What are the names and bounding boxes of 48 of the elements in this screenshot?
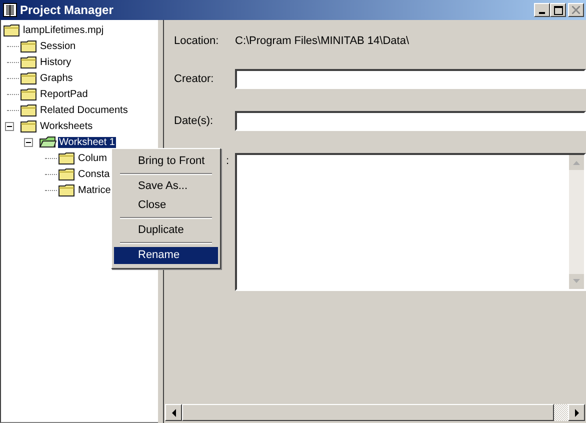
folder-icon (20, 103, 38, 117)
tree-item[interactable]: Graphs (39, 72, 74, 84)
worksheet-folder-icon (39, 135, 57, 149)
minimize-button[interactable] (534, 3, 550, 17)
menu-item[interactable]: Save As... (114, 178, 218, 195)
field-label: : (226, 155, 229, 167)
field-label: Creator: (174, 73, 215, 85)
tree-item[interactable]: lampLifetimes.mpj (22, 24, 105, 36)
app-icon (3, 3, 17, 17)
tree-item[interactable]: Session (39, 40, 77, 52)
folder-icon (3, 23, 21, 37)
folder-icon (20, 39, 38, 53)
maximize-icon (554, 6, 562, 14)
folder-icon (20, 87, 38, 101)
menu-item[interactable]: Duplicate (114, 222, 218, 239)
tree-item[interactable]: Consta (77, 168, 111, 180)
close-button[interactable] (568, 3, 584, 17)
field-label: Date(s): (174, 115, 214, 127)
menu-item[interactable]: Close (114, 197, 218, 214)
menu-item[interactable]: Rename (114, 247, 218, 264)
tree-item[interactable]: Colum (77, 152, 108, 164)
scroll-track[interactable] (554, 404, 568, 421)
folder-icon (58, 183, 76, 197)
scroll-left-icon[interactable] (165, 404, 182, 421)
folder-icon (20, 71, 38, 85)
tree-item[interactable]: Related Documents (39, 104, 129, 116)
collapse-icon[interactable] (24, 138, 33, 146)
folder-icon (58, 151, 76, 165)
scroll-thumb[interactable] (182, 404, 554, 421)
folder-icon (58, 167, 76, 181)
maximize-button[interactable] (550, 3, 566, 17)
text-field[interactable] (235, 111, 586, 131)
menu-item[interactable]: Bring to Front (114, 153, 218, 170)
folder-icon (20, 55, 38, 69)
tree-item[interactable]: History (39, 56, 72, 68)
tree-item[interactable]: Worksheet 1 (58, 136, 116, 148)
collapse-icon[interactable] (5, 122, 14, 130)
tree-item[interactable]: ReportPad (39, 88, 89, 100)
scroll-right-icon[interactable] (568, 404, 585, 421)
location-label: Location: (174, 35, 220, 47)
folder-icon (20, 119, 38, 133)
window-title: Project Manager (20, 3, 114, 17)
tree-item[interactable]: Worksheets (39, 120, 94, 132)
text-area[interactable] (235, 153, 586, 291)
location-path: C:\Program Files\MINITAB 14\Data\ (235, 35, 410, 47)
text-field[interactable] (235, 69, 586, 89)
close-icon (572, 6, 580, 14)
tree-item[interactable]: Matrice (77, 184, 112, 196)
